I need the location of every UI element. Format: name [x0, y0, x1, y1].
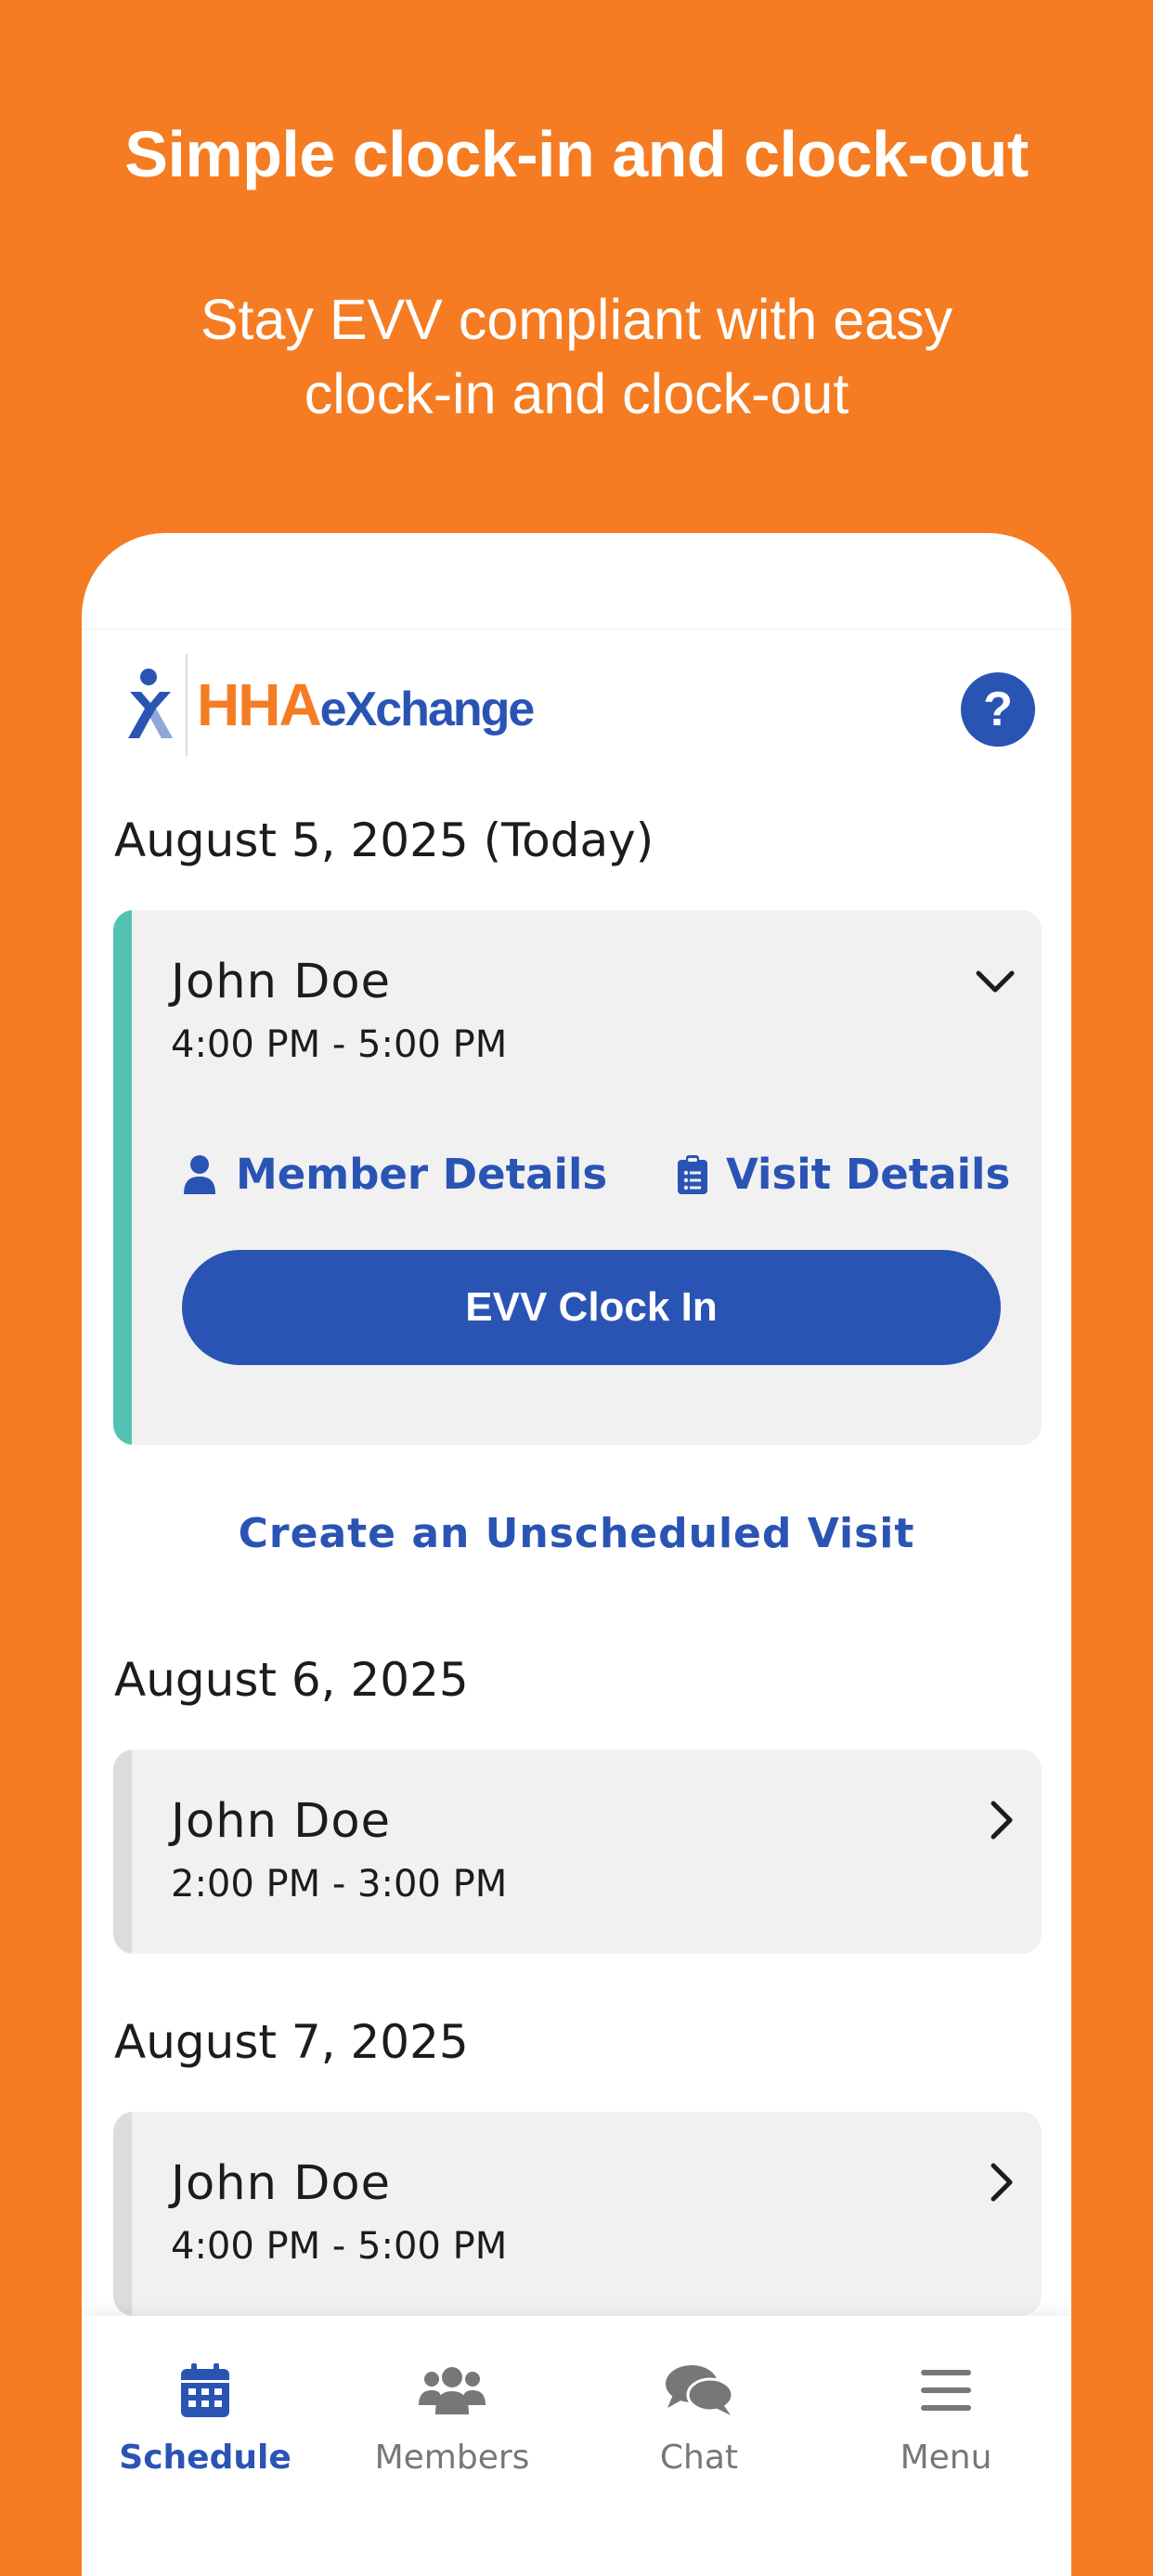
nav-item-members[interactable]: Members	[329, 2316, 576, 2502]
nav-item-schedule[interactable]: Schedule	[82, 2316, 329, 2502]
member-details-label: Member Details	[236, 1150, 608, 1199]
promo-headline: Simple clock-in and clock-out	[124, 118, 1029, 190]
phone-screen: HHA eXchange ? August 5, 2025 (Today) Joh…	[82, 533, 1071, 2576]
logo-wordmark: HHA eXchange	[197, 670, 536, 739]
visit-details-link[interactable]: Visit Details	[678, 1150, 1010, 1199]
visit-time: 4:00 PM - 5:00 PM	[171, 2225, 508, 2268]
person-icon	[184, 1154, 215, 1194]
nav-label-chat: Chat	[659, 2439, 739, 2477]
visit-time: 2:00 PM - 3:00 PM	[171, 1863, 508, 1906]
card-accent-bar	[113, 1750, 132, 1954]
member-name: John Doe	[171, 2156, 391, 2211]
menu-icon	[921, 2361, 971, 2420]
member-name: John Doe	[171, 955, 391, 1009]
logo-separator	[186, 654, 188, 756]
nav-label-members: Members	[374, 2439, 530, 2477]
evv-clock-in-button[interactable]: EVV Clock In	[182, 1250, 1001, 1365]
clipboard-icon	[678, 1154, 707, 1194]
card-accent-bar	[113, 2112, 132, 2316]
visit-card-expanded[interactable]: John Doe 4:00 PM - 5:00 PM Member Detail…	[113, 910, 1042, 1445]
logo-exchange: eXchange	[319, 683, 536, 736]
member-name: John Doe	[171, 1794, 391, 1849]
nav-label-schedule: Schedule	[119, 2439, 291, 2477]
date-header: August 6, 2025	[114, 1653, 469, 1707]
date-header: August 5, 2025 (Today)	[114, 813, 654, 867]
nav-item-menu[interactable]: Menu	[823, 2316, 1069, 2502]
member-details-link[interactable]: Member Details	[182, 1150, 607, 1199]
visit-card[interactable]: John Doe 2:00 PM - 3:00 PM	[113, 1750, 1042, 1954]
nav-item-chat[interactable]: Chat	[576, 2316, 823, 2502]
nav-label-menu: Menu	[900, 2439, 992, 2477]
visit-details-label: Visit Details	[726, 1150, 1011, 1199]
calendar-icon	[181, 2361, 229, 2420]
bottom-navigation: Schedule Members Chat Menu	[82, 2316, 1071, 2576]
visit-time: 4:00 PM - 5:00 PM	[171, 1023, 508, 1066]
chevron-right-icon[interactable]	[988, 2162, 1016, 2203]
date-header: August 7, 2025	[114, 2015, 469, 2069]
chevron-down-icon[interactable]	[975, 968, 1016, 995]
promo-subhead: Stay EVV compliant with easy clock-in an…	[200, 288, 953, 425]
chevron-right-icon[interactable]	[988, 1800, 1016, 1841]
visit-card[interactable]: John Doe 4:00 PM - 5:00 PM	[113, 2112, 1042, 2316]
status-bar-divider	[82, 629, 1071, 630]
create-unscheduled-visit-link[interactable]: Create an Unscheduled Visit	[82, 1510, 1071, 1557]
today-accent-bar	[113, 910, 132, 1445]
logo-hha: HHA	[197, 671, 322, 738]
members-icon	[419, 2361, 486, 2420]
hha-figure-icon	[128, 669, 173, 738]
app-logo: HHA eXchange	[124, 654, 536, 756]
help-button[interactable]: ?	[961, 672, 1035, 747]
chat-icon	[666, 2361, 732, 2420]
